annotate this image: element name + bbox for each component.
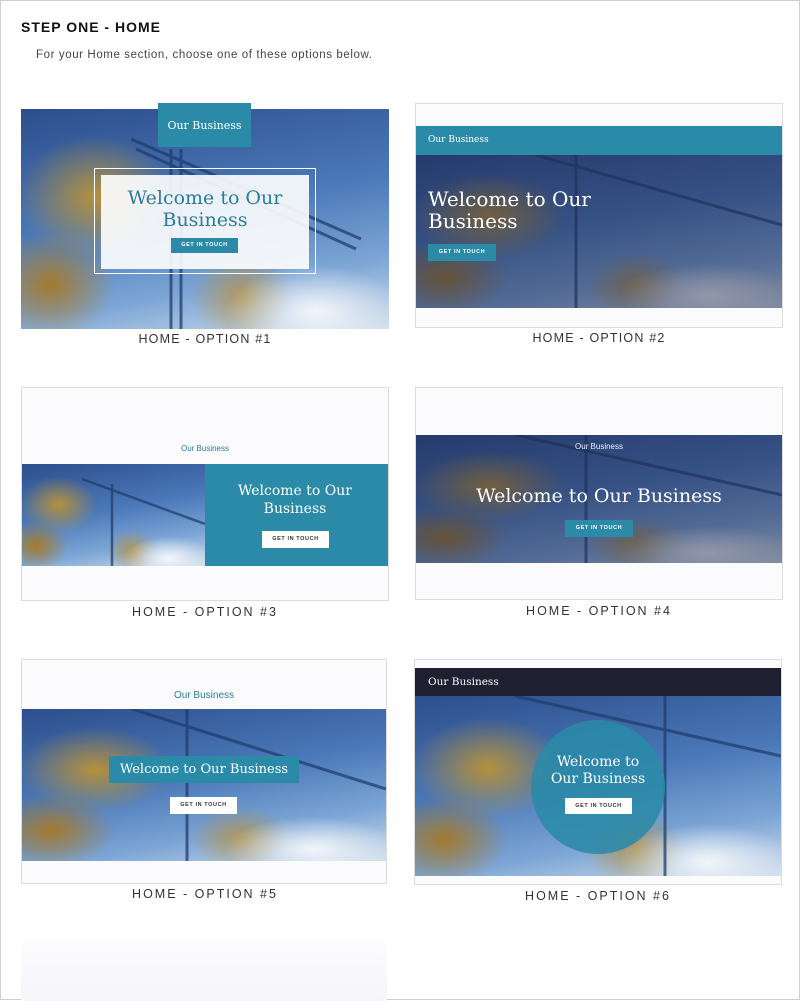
option-1-get-in-touch-button[interactable]: GET IN TOUCH: [171, 238, 238, 253]
option-1-welcome-box: Welcome to Our Business GET IN TOUCH: [101, 175, 309, 269]
page-frame: STEP ONE - HOME For your Home section, c…: [0, 0, 800, 1001]
option-2-caption[interactable]: HOME - OPTION #2: [415, 331, 783, 345]
step-title: STEP ONE - HOME: [21, 19, 161, 35]
option-5-thumbnail[interactable]: Our Business Welcome to Our Business GET…: [21, 659, 387, 884]
option-2-brand: Our Business: [428, 135, 489, 145]
option-3-thumbnail[interactable]: Our Business Welcome to Our Business GET…: [21, 387, 389, 601]
option-6-teal-circle: Welcome to Our Business GET IN TOUCH: [531, 720, 665, 854]
home-option-1[interactable]: Our Business Welcome to Our Business GET…: [21, 103, 389, 353]
option-5-caption[interactable]: HOME - OPTION #5: [21, 887, 389, 901]
home-option-5[interactable]: Our Business Welcome to Our Business GET…: [21, 659, 389, 907]
option-1-headline: Welcome to Our Business: [127, 187, 283, 231]
option-1-brand: Our Business: [167, 118, 242, 132]
next-option-thumbnail-partial: [21, 941, 387, 1001]
option-5-headline-box: Welcome to Our Business: [109, 756, 299, 783]
option-5-headline: Welcome to Our Business: [119, 762, 289, 777]
crane-graphic: [131, 709, 386, 861]
option-3-photo: [22, 464, 205, 566]
option-5-brand: Our Business: [173, 690, 235, 701]
option-5-photo: [22, 709, 386, 861]
option-3-teal-panel: Welcome to Our Business GET IN TOUCH: [205, 464, 388, 566]
option-4-get-in-touch-button[interactable]: GET IN TOUCH: [565, 520, 633, 537]
option-1-thumbnail[interactable]: Our Business Welcome to Our Business GET…: [21, 103, 389, 329]
option-2-thumbnail[interactable]: Our Business Welcome to Our Business GET…: [415, 103, 783, 328]
option-3-get-in-touch-button[interactable]: GET IN TOUCH: [262, 531, 329, 548]
option-5-get-in-touch-button[interactable]: GET IN TOUCH: [170, 797, 237, 814]
option-6-get-in-touch-button[interactable]: GET IN TOUCH: [565, 798, 632, 814]
option-3-headline: Welcome to Our Business: [238, 483, 352, 517]
home-option-3[interactable]: Our Business Welcome to Our Business GET…: [21, 387, 389, 627]
option-3-caption[interactable]: HOME - OPTION #3: [21, 605, 389, 619]
option-4-headline: Welcome to Our Business: [476, 485, 722, 507]
option-6-thumbnail[interactable]: Our Business Welcome to Our Business GET…: [414, 659, 782, 885]
option-1-brand-box: Our Business: [158, 103, 251, 147]
option-2-get-in-touch-button[interactable]: GET IN TOUCH: [428, 244, 496, 261]
option-6-brand: Our Business: [428, 676, 499, 688]
option-6-caption[interactable]: HOME - OPTION #6: [414, 889, 782, 903]
crane-graphic: [81, 477, 205, 566]
option-6-dark-bar: Our Business: [415, 668, 781, 696]
option-2-top-bar: Our Business: [416, 126, 782, 155]
option-3-brand: Our Business: [180, 444, 230, 453]
home-option-6[interactable]: Our Business Welcome to Our Business GET…: [414, 659, 782, 909]
option-4-thumbnail[interactable]: Our Business Welcome to Our Business GET…: [415, 387, 783, 600]
home-option-4[interactable]: Our Business Welcome to Our Business GET…: [415, 387, 783, 627]
option-2-headline: Welcome to Our Business: [428, 187, 591, 233]
step-description: For your Home section, choose one of the…: [36, 49, 373, 61]
option-4-caption[interactable]: HOME - OPTION #4: [415, 604, 783, 618]
home-option-2[interactable]: Our Business Welcome to Our Business GET…: [415, 103, 783, 353]
option-1-caption[interactable]: HOME - OPTION #1: [21, 332, 389, 346]
option-6-headline: Welcome to Our Business: [550, 754, 646, 787]
option-4-brand: Our Business: [574, 442, 624, 451]
